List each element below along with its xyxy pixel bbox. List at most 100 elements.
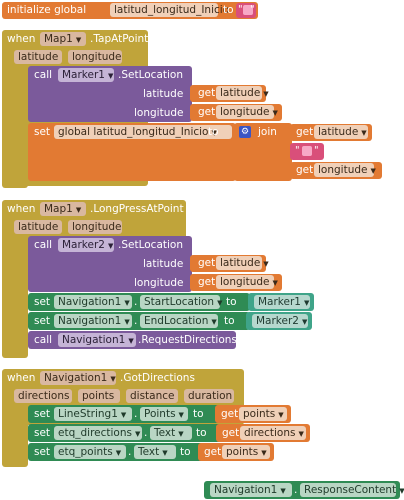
get-longitude-dropdown[interactable]: longitude ▼ (216, 105, 278, 119)
get-latitude-block[interactable]: get latitude ▼ (190, 255, 269, 272)
navigation1-dropdown[interactable]: Navigation1 ▼ (54, 314, 132, 328)
marker2-ref-dropdown[interactable]: Marker2 ▼ (252, 314, 308, 328)
global-var-name-field[interactable]: latitud_longitud_Inicio (110, 3, 229, 17)
get-latitude-dropdown[interactable]: latitude ▼ (216, 86, 269, 100)
longpress-call-setlocation[interactable]: call Marker2 ▼ .SetLocation latitude long… (28, 236, 192, 292)
call-label: call (34, 69, 53, 81)
setlocation-method: .SetLocation (118, 69, 183, 81)
text-prop-dropdown[interactable]: Text ▼ (150, 426, 192, 440)
blocks-workspace[interactable]: initialize global latitud_longitud_Inici… (0, 0, 404, 500)
get-points-block[interactable]: get points ▼ (215, 405, 291, 423)
dot: . (134, 315, 138, 327)
set-label: set (34, 296, 51, 308)
points-prop-dropdown[interactable]: Points ▼ (140, 407, 188, 421)
get-longitude-dropdown[interactable]: longitude ▼ (216, 275, 278, 289)
call-label: call (34, 334, 53, 346)
call-requestdirections-block[interactable]: call Navigation1 ▼ .RequestDirections (28, 331, 237, 349)
global-init-block[interactable]: initialize global latitud_longitud_Inici… (2, 2, 258, 19)
tap-call-setlocation[interactable]: call Marker1 ▼ .SetLocation latitude long… (28, 66, 192, 122)
get-longitude-block[interactable]: get longitude ▼ (190, 274, 282, 291)
navigation1-dropdown[interactable]: Navigation1 ▼ (58, 333, 136, 347)
tap-set-global[interactable]: set global latitud_longitud_Inicio ▼ (28, 123, 236, 181)
param-latitude[interactable]: latitude (14, 220, 62, 234)
when-label: when (7, 33, 36, 45)
get-label: get (204, 446, 222, 458)
global-init-label: initialize global (7, 4, 87, 16)
longpress-do-spine (2, 234, 28, 358)
join-latitude-dropdown[interactable]: latitude ▼ (314, 125, 368, 139)
get-points-dropdown[interactable]: points ▼ (239, 407, 287, 421)
get-points-block[interactable]: get points ▼ (198, 443, 274, 461)
navigation1-dropdown[interactable]: Navigation1 ▼ (54, 295, 132, 309)
marker1-dropdown[interactable]: Marker1 ▼ (58, 68, 114, 82)
to-label: to (226, 296, 237, 308)
marker1-component-block[interactable]: Marker1 ▼ (248, 293, 314, 311)
gotdirections-event-name: .GotDirections (120, 372, 195, 384)
set-linestring-points[interactable]: set LineString1 ▼ . Points ▼ to (28, 405, 220, 423)
longpress-component-dropdown[interactable]: Map1 ▼ (40, 202, 86, 216)
join-get-latitude[interactable]: get latitude ▼ (290, 124, 372, 141)
get-longitude-block[interactable]: get longitude ▼ (190, 104, 282, 121)
join-block[interactable]: ⚙ join (234, 123, 292, 181)
set-label: set (34, 446, 51, 458)
quote-close: " (314, 145, 319, 156)
text-prop-dropdown[interactable]: Text ▼ (134, 445, 176, 459)
responsecontent-dropdown[interactable]: ResponseContent ▼ (300, 483, 404, 497)
param-longitude[interactable]: longitude (68, 220, 122, 234)
join-empty-text[interactable]: " " (290, 143, 324, 160)
set-label: set (34, 427, 51, 439)
join-longitude-dropdown[interactable]: longitude ▼ (314, 163, 376, 177)
set-label: set (34, 126, 51, 138)
marker1-ref-dropdown[interactable]: Marker1 ▼ (254, 295, 310, 309)
quote-close: " (250, 4, 255, 15)
gear-icon[interactable]: ⚙ (239, 126, 251, 138)
arg-latitude-label: latitude (143, 88, 184, 100)
marker2-dropdown[interactable]: Marker2 ▼ (58, 238, 114, 252)
get-label: get (198, 257, 216, 269)
linestring1-dropdown[interactable]: LineString1 ▼ (54, 407, 132, 421)
get-latitude-dropdown[interactable]: latitude ▼ (216, 256, 269, 270)
param-directions[interactable]: directions (14, 389, 72, 403)
to-label: to (193, 408, 204, 420)
etq-directions-dropdown[interactable]: etq_directions ▼ (54, 426, 142, 440)
set-etq-directions-text[interactable]: set etq_directions ▼ . Text ▼ to (28, 424, 224, 442)
quote-open: " (295, 145, 300, 156)
get-label: get (222, 427, 240, 439)
param-distance[interactable]: distance (126, 389, 178, 403)
marker2-component-block[interactable]: Marker2 ▼ (246, 312, 312, 330)
param-longitude[interactable]: longitude (68, 50, 122, 64)
etq-points-dropdown[interactable]: etq_points ▼ (54, 445, 126, 459)
empty-string-icon (302, 146, 312, 156)
get-label: get (198, 106, 216, 118)
arg-longitude-label: longitude (134, 107, 184, 119)
get-label: get (296, 164, 314, 176)
set-startlocation-block[interactable]: set Navigation1 ▼ . StartLocation ▼ to (28, 293, 250, 311)
quote-open: " (238, 4, 243, 15)
navigation1-dropdown[interactable]: Navigation1 ▼ (210, 483, 292, 497)
responsecontent-getter-block[interactable]: Navigation1 ▼ . ResponseContent ▼ (204, 481, 404, 499)
join-get-longitude[interactable]: get longitude ▼ (290, 162, 382, 179)
set-global-dropdown[interactable]: global latitud_longitud_Inicio ▼ (54, 125, 232, 139)
param-points[interactable]: points (78, 389, 120, 403)
to-label: to (196, 427, 207, 439)
tap-component-dropdown[interactable]: Map1 ▼ (40, 32, 86, 46)
set-etq-points-text[interactable]: set etq_points ▼ . Text ▼ to (28, 443, 206, 461)
set-label: set (34, 315, 51, 327)
when-label: when (7, 372, 36, 384)
arg-longitude-label: longitude (134, 277, 184, 289)
tap-event-name: .TapAtPoint (90, 33, 149, 45)
empty-text-block[interactable]: " " (236, 3, 256, 18)
endlocation-dropdown[interactable]: EndLocation ▼ (140, 314, 218, 328)
param-latitude[interactable]: latitude (14, 50, 62, 64)
set-endlocation-block[interactable]: set Navigation1 ▼ . EndLocation ▼ to (28, 312, 250, 330)
dot: . (134, 296, 138, 308)
navigation1-dropdown[interactable]: Navigation1 ▼ (40, 371, 116, 385)
param-duration[interactable]: duration (184, 389, 234, 403)
get-directions-dropdown[interactable]: directions ▼ (240, 426, 306, 440)
get-directions-block[interactable]: get directions ▼ (216, 424, 310, 442)
startlocation-dropdown[interactable]: StartLocation ▼ (140, 295, 222, 309)
get-latitude-block[interactable]: get latitude ▼ (190, 85, 269, 102)
global-to-label: to (223, 4, 234, 16)
setlocation-method: .SetLocation (118, 239, 183, 251)
get-points-dropdown[interactable]: points ▼ (222, 445, 270, 459)
